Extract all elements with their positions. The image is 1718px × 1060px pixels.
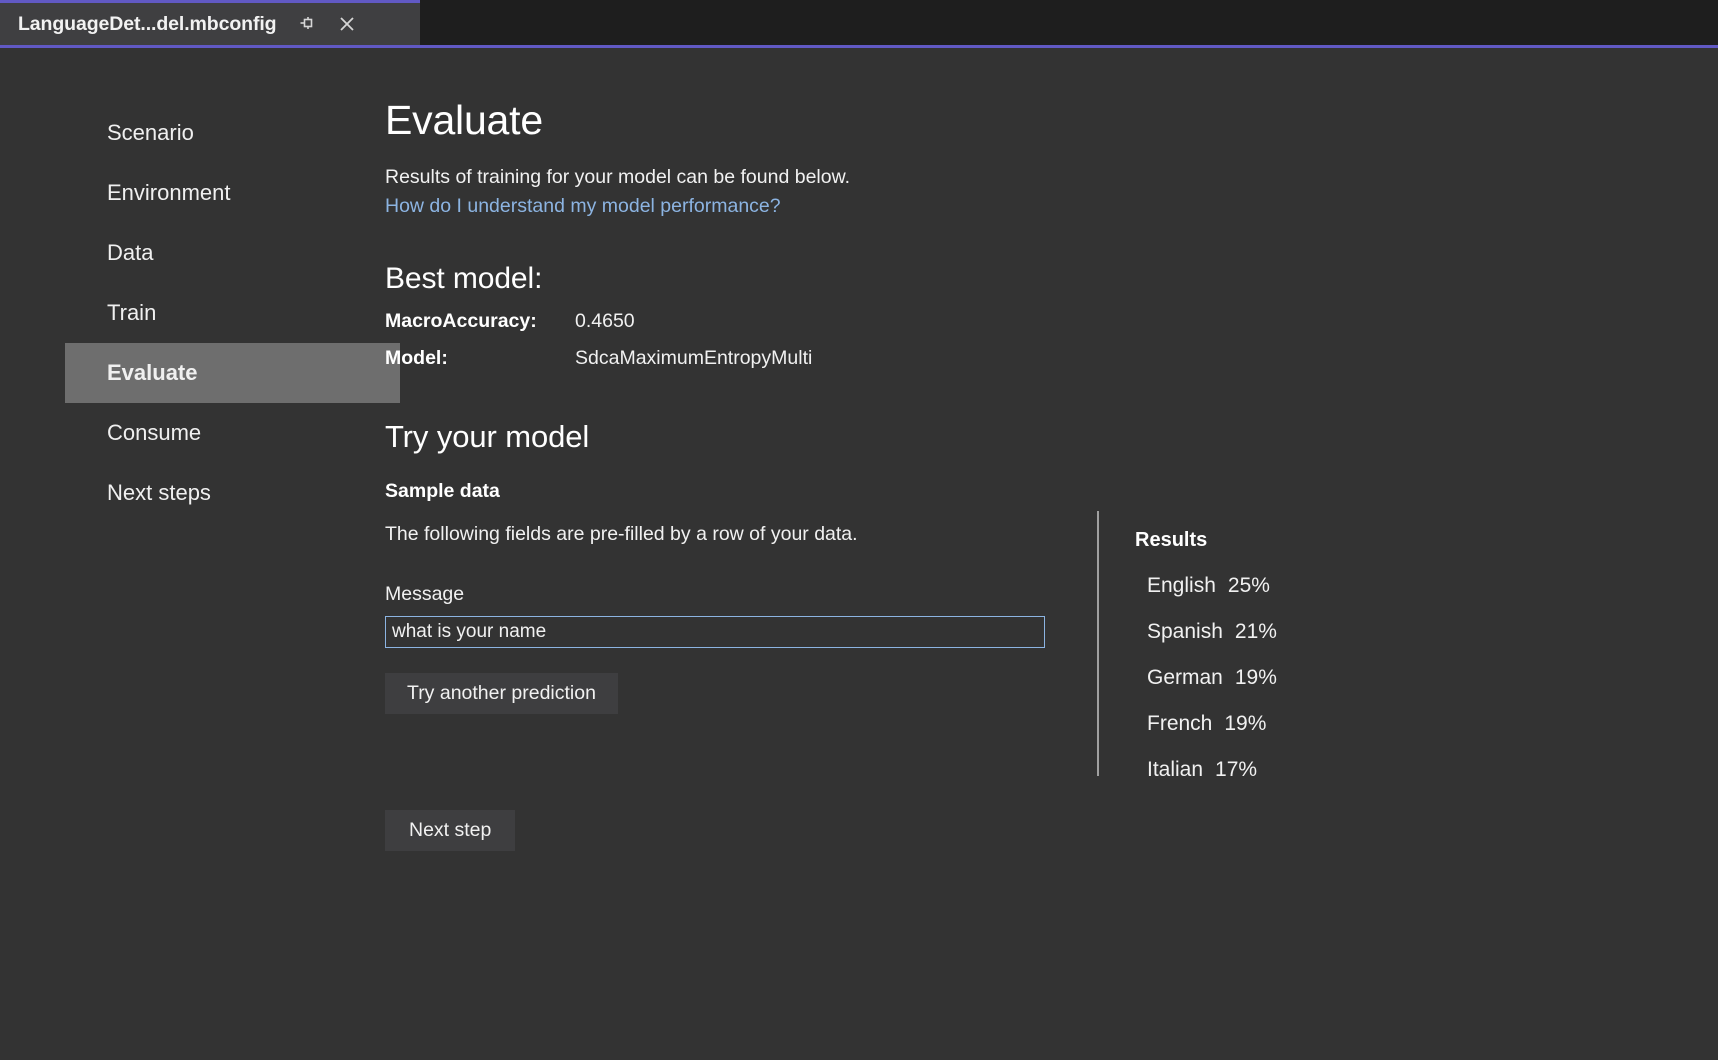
result-label: German bbox=[1147, 666, 1223, 689]
model-performance-help-link[interactable]: How do I understand my model performance… bbox=[385, 194, 1105, 218]
result-value: 21% bbox=[1234, 620, 1277, 643]
try-another-prediction-button[interactable]: Try another prediction bbox=[385, 672, 618, 714]
next-step-button[interactable]: Next step bbox=[385, 809, 516, 851]
sidebar-item-label: Scenario bbox=[107, 120, 194, 145]
results-panel: Results English 25% Spanish 21% German 1… bbox=[1097, 511, 1277, 781]
sidebar-item-label: Train bbox=[107, 300, 157, 325]
next-step-container: Next step bbox=[385, 809, 1105, 851]
sample-data-label: Sample data bbox=[385, 479, 500, 502]
result-row: Spanish 21% bbox=[1135, 620, 1277, 644]
sidebar-item-scenario[interactable]: Scenario bbox=[0, 103, 400, 163]
tab-icon-group bbox=[295, 12, 359, 36]
sidebar-item-label: Environment bbox=[107, 180, 231, 205]
result-label: Italian bbox=[1147, 758, 1204, 781]
sidebar-item-environment[interactable]: Environment bbox=[0, 163, 400, 223]
message-input[interactable] bbox=[385, 615, 1045, 648]
result-row: German 19% bbox=[1135, 666, 1277, 690]
document-tab[interactable]: LanguageDet...del.mbconfig bbox=[0, 0, 420, 45]
result-label: English bbox=[1147, 574, 1216, 597]
result-label: Spanish bbox=[1147, 620, 1223, 643]
result-value: 17% bbox=[1215, 758, 1258, 781]
sidebar-item-label: Consume bbox=[107, 420, 202, 445]
page-title: Evaluate bbox=[385, 97, 543, 143]
sidebar-item-train[interactable]: Train bbox=[0, 283, 400, 343]
sidebar-item-label: Next steps bbox=[107, 480, 211, 505]
macro-accuracy-label: MacroAccuracy: bbox=[385, 309, 537, 332]
result-row: English 25% bbox=[1135, 574, 1277, 598]
macro-accuracy-value: 0.4650 bbox=[575, 309, 635, 332]
result-row: Italian 17% bbox=[1135, 758, 1277, 782]
result-value: 25% bbox=[1227, 574, 1270, 597]
model-label: Model: bbox=[385, 347, 448, 370]
sidebar-item-next-steps[interactable]: Next steps bbox=[0, 463, 400, 523]
result-row: French 19% bbox=[1135, 712, 1277, 736]
sidebar-item-consume[interactable]: Consume bbox=[0, 403, 400, 463]
main-content: Evaluate Results of training for your mo… bbox=[385, 97, 1105, 851]
message-field-label: Message bbox=[385, 582, 465, 605]
model-value: SdcaMaximumEntropyMulti bbox=[575, 347, 813, 370]
intro-text: Results of training for your model can b… bbox=[385, 166, 851, 189]
wizard-sidebar: Scenario Environment Data Train Evaluate… bbox=[0, 103, 400, 523]
sidebar-item-label: Evaluate bbox=[107, 360, 198, 385]
best-model-heading: Best model: bbox=[385, 261, 543, 295]
close-icon[interactable] bbox=[335, 12, 359, 36]
sidebar-item-label: Data bbox=[107, 240, 154, 265]
result-value: 19% bbox=[1224, 712, 1267, 735]
try-your-model-heading: Try your model bbox=[385, 418, 590, 454]
best-model-model-row: Model: SdcaMaximumEntropyMulti bbox=[385, 347, 1105, 370]
sidebar-item-data[interactable]: Data bbox=[0, 223, 400, 283]
tab-title: LanguageDet...del.mbconfig bbox=[18, 12, 277, 35]
best-model-macro-accuracy-row: MacroAccuracy: 0.4650 bbox=[385, 310, 1105, 333]
sidebar-item-evaluate[interactable]: Evaluate bbox=[65, 343, 400, 403]
pin-icon[interactable] bbox=[295, 12, 319, 36]
result-value: 19% bbox=[1234, 666, 1277, 689]
sample-data-description: The following fields are pre-filled by a… bbox=[385, 522, 858, 545]
page-body: Scenario Environment Data Train Evaluate… bbox=[0, 48, 1718, 1060]
result-label: French bbox=[1147, 712, 1213, 735]
tab-strip: LanguageDet...del.mbconfig bbox=[0, 0, 1718, 48]
results-title: Results bbox=[1135, 529, 1208, 551]
